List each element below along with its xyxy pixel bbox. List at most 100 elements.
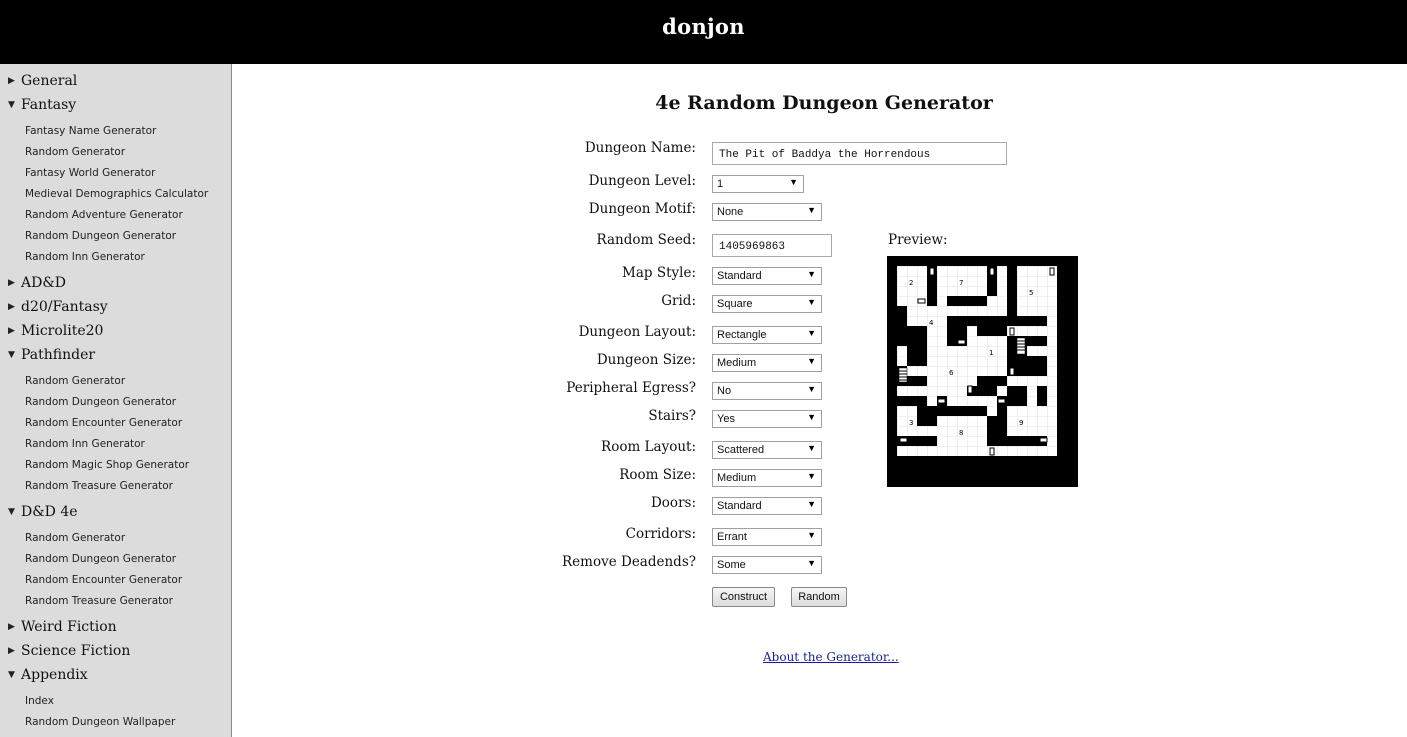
top-bar: donjon [0, 0, 1407, 64]
sidebar-item-random-dungeon-wallpaper[interactable]: Random Dungeon Wallpaper [25, 716, 175, 732]
sidebar-item-fantasy-dungeon-generator[interactable]: Random Dungeon Generator [25, 230, 176, 246]
sidebar-category-d20-fantasy[interactable]: ▶ d20/Fantasy [8, 299, 108, 319]
dungeon-preview-map[interactable]: 1 2 3 4 5 6 7 8 9 [887, 256, 1078, 487]
sidebar-item-fantasy-world-generator[interactable]: Fantasy World Generator [25, 167, 156, 183]
room-size-label: Room Size: [619, 467, 696, 483]
corridors-label: Corridors: [625, 526, 696, 542]
triangle-down-icon: ▼ [807, 558, 816, 568]
room-layout-select[interactable]: Scattered ▼ [712, 441, 822, 459]
peripheral-egress-select[interactable]: No ▼ [712, 382, 822, 400]
site-title[interactable]: donjon [0, 14, 1407, 39]
sidebar-item-random-adventure-generator[interactable]: Random Adventure Generator [25, 209, 183, 225]
triangle-down-icon: ▼ [807, 356, 816, 366]
triangle-down-icon: ▼ [8, 670, 15, 680]
remove-deadends-label: Remove Deadends? [562, 554, 696, 570]
room-number: 9 [1019, 419, 1023, 427]
dungeon-name-label: Dungeon Name: [584, 140, 696, 156]
random-seed-label: Random Seed: [596, 232, 697, 248]
doors-select[interactable]: Standard ▼ [712, 497, 822, 515]
sidebar-item-pathfinder-dungeon-generator[interactable]: Random Dungeon Generator [25, 396, 176, 412]
sidebar-item-4e-treasure-generator[interactable]: Random Treasure Generator [25, 595, 173, 611]
sidebar-nav: ▶ General ▼ Fantasy Fantasy Name Generator… [0, 64, 232, 737]
triangle-right-icon: ▶ [8, 646, 15, 656]
grid-select[interactable]: Square ▼ [712, 295, 822, 313]
sidebar-category-microlite20[interactable]: ▶ Microlite20 [8, 323, 103, 343]
sidebar-item-4e-random-generator[interactable]: Random Generator [25, 532, 125, 548]
triangle-down-icon: ▼ [807, 471, 816, 481]
triangle-down-icon: ▼ [789, 177, 798, 187]
sidebar-item-fantasy-name-generator[interactable]: Fantasy Name Generator [25, 125, 156, 141]
construct-button[interactable]: Construct [712, 587, 775, 607]
stairs-label: Stairs? [648, 408, 696, 424]
sidebar-item-pathfinder-magic-shop-generator[interactable]: Random Magic Shop Generator [25, 459, 189, 475]
dungeon-layout-label: Dungeon Layout: [578, 324, 696, 340]
triangle-down-icon: ▼ [807, 384, 816, 394]
room-layout-label: Room Layout: [601, 439, 696, 455]
dungeon-level-label: Dungeon Level: [588, 173, 696, 189]
sidebar-category-general[interactable]: ▶ General [8, 73, 77, 93]
room-number: 1 [989, 349, 993, 357]
triangle-right-icon: ▶ [8, 76, 15, 86]
sidebar-category-pathfinder[interactable]: ▼ Pathfinder [8, 347, 95, 367]
sidebar-item-pathfinder-treasure-generator[interactable]: Random Treasure Generator [25, 480, 173, 496]
sidebar-item-4e-encounter-generator[interactable]: Random Encounter Generator [25, 574, 182, 590]
sidebar-item-pathfinder-inn-generator[interactable]: Random Inn Generator [25, 438, 145, 454]
triangle-right-icon: ▶ [8, 326, 15, 336]
sidebar-item-pathfinder-encounter-generator[interactable]: Random Encounter Generator [25, 417, 182, 433]
triangle-down-icon: ▼ [807, 328, 816, 338]
triangle-down-icon: ▼ [8, 100, 15, 110]
dungeon-size-label: Dungeon Size: [596, 352, 696, 368]
room-number: 4 [929, 319, 934, 327]
room-number: 5 [1029, 289, 1033, 297]
triangle-down-icon: ▼ [807, 205, 816, 215]
room-number: 8 [959, 429, 963, 437]
triangle-down-icon: ▼ [8, 350, 15, 360]
triangle-right-icon: ▶ [8, 622, 15, 632]
triangle-right-icon: ▶ [8, 278, 15, 288]
dungeon-name-input[interactable]: The Pit of Baddya the Horrendous [712, 142, 1007, 165]
sidebar-item-fantasy-random-generator[interactable]: Random Generator [25, 146, 125, 162]
remove-deadends-select[interactable]: Some ▼ [712, 556, 822, 574]
triangle-right-icon: ▶ [8, 302, 15, 312]
about-generator-link[interactable]: About the Generator... [763, 650, 899, 664]
sidebar-category-dnd-4e[interactable]: ▼ D&D 4e [8, 504, 78, 524]
dungeon-motif-label: Dungeon Motif: [588, 201, 696, 217]
page-title: 4e Random Dungeon Generator [655, 92, 993, 114]
sidebar-item-pathfinder-random-generator[interactable]: Random Generator [25, 375, 125, 391]
sidebar-category-science-fiction[interactable]: ▶ Science Fiction [8, 643, 130, 663]
doors-label: Doors: [650, 495, 696, 511]
sidebar-category-appendix[interactable]: ▼ Appendix [8, 667, 88, 687]
stairs-select[interactable]: Yes ▼ [712, 410, 822, 428]
dungeon-size-select[interactable]: Medium ▼ [712, 354, 822, 372]
triangle-down-icon: ▼ [807, 297, 816, 307]
main-content: 4e Random Dungeon Generator Dungeon Name… [233, 64, 1407, 737]
triangle-down-icon: ▼ [8, 507, 15, 517]
preview-label: Preview: [888, 232, 948, 248]
triangle-down-icon: ▼ [807, 412, 816, 422]
sidebar-category-add[interactable]: ▶ AD&D [8, 275, 66, 295]
sidebar-item-4e-dungeon-generator[interactable]: Random Dungeon Generator [25, 553, 176, 569]
sidebar-item-index[interactable]: Index [25, 695, 54, 711]
triangle-down-icon: ▼ [807, 530, 816, 540]
triangle-down-icon: ▼ [807, 443, 816, 453]
corridors-select[interactable]: Errant ▼ [712, 528, 822, 546]
dungeon-layout-select[interactable]: Rectangle ▼ [712, 326, 822, 344]
map-style-select[interactable]: Standard ▼ [712, 267, 822, 285]
sidebar-item-fantasy-inn-generator[interactable]: Random Inn Generator [25, 251, 145, 267]
dungeon-level-select[interactable]: 1 ▼ [712, 175, 804, 193]
sidebar-category-weird-fiction[interactable]: ▶ Weird Fiction [8, 619, 117, 639]
room-number: 3 [909, 419, 913, 427]
room-size-select[interactable]: Medium ▼ [712, 469, 822, 487]
sidebar-category-fantasy[interactable]: ▼ Fantasy [8, 97, 76, 117]
random-button[interactable]: Random [791, 587, 847, 607]
dungeon-motif-select[interactable]: None ▼ [712, 203, 822, 221]
map-style-label: Map Style: [622, 265, 696, 281]
room-number: 6 [949, 369, 954, 377]
random-seed-input[interactable]: 1405969863 [712, 234, 832, 257]
peripheral-egress-label: Peripheral Egress? [566, 380, 696, 396]
triangle-down-icon: ▼ [807, 499, 816, 509]
room-number: 7 [959, 279, 963, 287]
triangle-down-icon: ▼ [807, 269, 816, 279]
room-number: 2 [909, 279, 913, 287]
sidebar-item-medieval-demographics[interactable]: Medieval Demographics Calculator [25, 188, 208, 204]
